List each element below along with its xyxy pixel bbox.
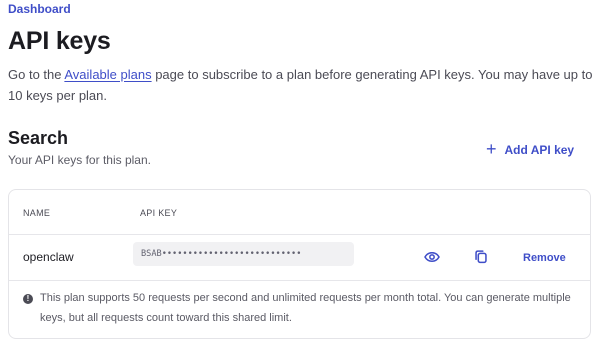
table-row: openclaw BSAB•••••••••••••••••••••••••••… <box>9 235 590 281</box>
breadcrumb-dashboard-link[interactable]: Dashboard <box>8 2 71 16</box>
shared-limit-text: This plan supports 50 requests per secon… <box>40 292 571 324</box>
shared-limit-notice: ! This plan supports 50 requests per sec… <box>9 281 590 338</box>
copy-api-key-button[interactable] <box>472 248 490 266</box>
add-api-key-button[interactable]: + Add API key <box>486 139 574 161</box>
eye-icon <box>424 252 440 262</box>
section-subtitle: Your API keys for this plan. <box>8 153 151 167</box>
api-key-name: openclaw <box>23 250 74 264</box>
available-plans-link[interactable]: Available plans <box>64 67 151 82</box>
name-column-header: NAME <box>23 208 51 218</box>
section-title: Search <box>8 128 69 148</box>
api-keys-page: Dashboard API keys Go to the Available p… <box>0 0 600 344</box>
table-header: NAME API KEY <box>9 190 590 235</box>
api-key-column-header: API KEY <box>140 208 178 218</box>
plus-icon: + <box>486 139 497 159</box>
info-icon: ! <box>23 294 33 304</box>
masked-api-key: BSAB••••••••••••••••••••••••••• <box>133 242 354 266</box>
copy-icon <box>475 250 487 264</box>
intro-text-before-link: Go to the <box>8 67 65 82</box>
remove-api-key-button[interactable]: Remove <box>523 252 566 264</box>
page-title: API keys <box>8 27 111 55</box>
add-api-key-label: Add API key <box>504 143 575 157</box>
page-intro: Go to the Available plans page to subscr… <box>8 64 593 106</box>
show-api-key-button[interactable] <box>423 248 441 266</box>
api-keys-table: NAME API KEY openclaw BSAB••••••••••••••… <box>8 189 591 339</box>
